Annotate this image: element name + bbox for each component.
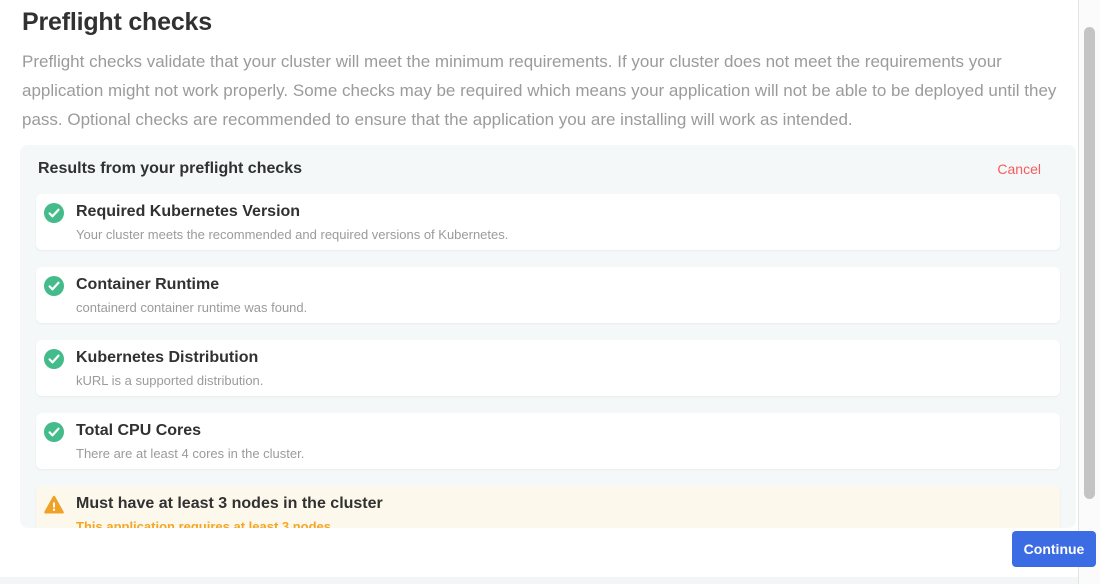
- check-message: This application requires at least 3 nod…: [76, 519, 383, 528]
- check-item-kubernetes-distribution: Kubernetes Distribution kURL is a suppor…: [36, 340, 1060, 396]
- preflight-results-panel: Results from your preflight checks Cance…: [20, 145, 1076, 528]
- check-item-node-count-warning: Must have at least 3 nodes in the cluste…: [36, 486, 1060, 528]
- results-title: Results from your preflight checks: [38, 160, 302, 178]
- cancel-link[interactable]: Cancel: [997, 161, 1041, 177]
- scrollbar-thumb[interactable]: [1084, 27, 1095, 499]
- page-content: Preflight checks Preflight checks valida…: [22, 0, 1062, 134]
- check-title: Kubernetes Distribution: [76, 349, 263, 367]
- check-circle-icon: [44, 422, 64, 442]
- check-message: kURL is a supported distribution.: [76, 373, 263, 388]
- warning-triangle-icon: [44, 495, 64, 515]
- check-message: Your cluster meets the recommended and r…: [76, 227, 508, 242]
- check-item-kubernetes-version: Required Kubernetes Version Your cluster…: [36, 194, 1060, 250]
- continue-button[interactable]: Continue: [1012, 531, 1096, 567]
- check-title: Required Kubernetes Version: [76, 203, 508, 221]
- results-header: Results from your preflight checks Cance…: [20, 145, 1076, 178]
- check-title: Must have at least 3 nodes in the cluste…: [76, 495, 383, 513]
- page-bottom-edge: [0, 577, 1078, 584]
- check-list: Required Kubernetes Version Your cluster…: [20, 194, 1076, 528]
- check-item-total-cpu-cores: Total CPU Cores There are at least 4 cor…: [36, 413, 1060, 469]
- check-message: containerd container runtime was found.: [76, 300, 307, 315]
- check-title: Total CPU Cores: [76, 422, 304, 440]
- check-item-container-runtime: Container Runtime containerd container r…: [36, 267, 1060, 323]
- check-circle-icon: [44, 203, 64, 223]
- check-circle-icon: [44, 349, 64, 369]
- page-description: Preflight checks validate that your clus…: [22, 47, 1062, 134]
- check-title: Container Runtime: [76, 276, 307, 294]
- check-message: There are at least 4 cores in the cluste…: [76, 446, 304, 461]
- check-circle-icon: [44, 276, 64, 296]
- page-title: Preflight checks: [22, 8, 1062, 37]
